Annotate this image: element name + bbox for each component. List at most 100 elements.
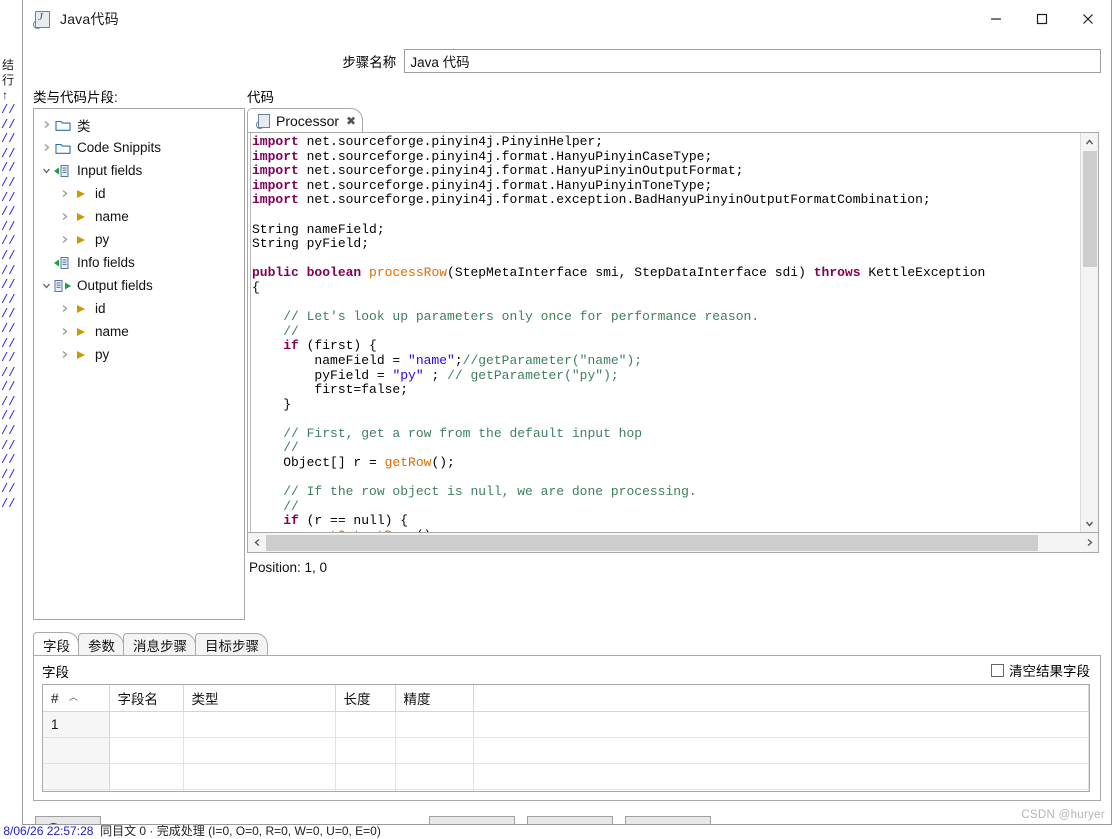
- clear-result-fields-checkbox[interactable]: 清空结果字段: [991, 660, 1090, 680]
- close-icon[interactable]: [1065, 0, 1111, 38]
- chevron-right-icon[interactable]: [56, 186, 72, 202]
- grid-column-header-4[interactable]: 精度: [395, 685, 474, 712]
- grid-cell[interactable]: [335, 711, 396, 738]
- tree-item-py[interactable]: py: [34, 343, 244, 366]
- ok-button-label: 确定(O): [449, 820, 496, 824]
- chevron-right-icon[interactable]: [56, 232, 72, 248]
- editor-vertical-scrollbar[interactable]: [1080, 133, 1098, 532]
- scroll-up-icon[interactable]: [1081, 133, 1098, 151]
- bottom-tab-3[interactable]: 目标步骤: [195, 633, 268, 656]
- grid-cell[interactable]: [335, 789, 396, 791]
- horizontal-scroll-thumb[interactable]: [266, 534, 1038, 551]
- step-name-input[interactable]: [404, 49, 1101, 73]
- scroll-right-icon[interactable]: [1080, 534, 1098, 552]
- grid-cell[interactable]: [473, 789, 1089, 791]
- grid-column-header-0[interactable]: # ︿: [43, 685, 110, 712]
- scroll-left-icon[interactable]: [248, 534, 266, 552]
- grid-cell[interactable]: [183, 737, 336, 764]
- table-row[interactable]: [43, 763, 1089, 790]
- bottom-tab-2[interactable]: 消息步骤: [123, 633, 196, 656]
- tree-item-py[interactable]: py: [34, 228, 244, 251]
- input-fields-icon: [54, 163, 72, 179]
- tree-item-code-snippits[interactable]: Code Snippits: [34, 136, 244, 159]
- help-button[interactable]: ? Help: [35, 816, 101, 824]
- fields-tab-content: 字段 清空结果字段 # ︿ 字段名 类型 长度 精度 1: [33, 655, 1101, 801]
- code-editor[interactable]: import net.sourceforge.pinyin4j.PinyinHe…: [247, 133, 1099, 533]
- background-text-fragment: 8/06/26 22:57:28: [0, 824, 101, 838]
- bottom-tab-0[interactable]: 字段: [33, 632, 79, 656]
- grid-cell[interactable]: [183, 789, 336, 791]
- background-text-fragment: //: [1, 146, 16, 161]
- grid-column-header-5[interactable]: [473, 685, 1089, 712]
- table-row[interactable]: 1: [43, 711, 1089, 738]
- tree-item-id[interactable]: id: [34, 297, 244, 320]
- grid-cell[interactable]: [335, 763, 396, 790]
- background-text-fragment: //: [1, 278, 16, 293]
- vertical-scroll-thumb[interactable]: [1083, 151, 1097, 267]
- close-icon[interactable]: ✖: [346, 115, 356, 127]
- grid-cell[interactable]: [395, 711, 474, 738]
- table-row[interactable]: [43, 737, 1089, 764]
- grid-cell[interactable]: [109, 789, 184, 791]
- cancel-button[interactable]: 取消(C): [527, 816, 613, 824]
- grid-cell[interactable]: [395, 737, 474, 764]
- tree-item-input-fields[interactable]: Input fields: [34, 159, 244, 182]
- table-row[interactable]: [43, 789, 1089, 791]
- chevron-right-icon[interactable]: [38, 140, 54, 156]
- grid-cell[interactable]: [335, 737, 396, 764]
- grid-cell[interactable]: [395, 789, 474, 791]
- scroll-down-icon[interactable]: [1081, 514, 1098, 532]
- tree-item-name[interactable]: name: [34, 205, 244, 228]
- maximize-icon[interactable]: [1019, 0, 1065, 38]
- grid-cell[interactable]: [473, 737, 1089, 764]
- chevron-right-icon[interactable]: [56, 324, 72, 340]
- chevron-right-icon[interactable]: [56, 347, 72, 363]
- tree-item-id[interactable]: id: [34, 182, 244, 205]
- chevron-down-icon[interactable]: [38, 163, 54, 179]
- checkbox-box[interactable]: [991, 663, 1004, 677]
- tree-item-label: 类: [77, 118, 91, 134]
- background-text-fragment: 结: [2, 58, 15, 72]
- editor-horizontal-scrollbar[interactable]: [247, 533, 1099, 553]
- fields-grid-wrapper[interactable]: # ︿ 字段名 类型 长度 精度 1: [42, 684, 1090, 792]
- tree-item-label: py: [95, 347, 110, 362]
- grid-body[interactable]: 1: [43, 711, 1089, 791]
- background-text-fragment: //: [1, 321, 16, 336]
- grid-cell[interactable]: [109, 737, 184, 764]
- grid-column-header-3[interactable]: 长度: [335, 685, 396, 712]
- background-text-fragment: 同目文 0 · 完成处理 (I=0, O=0, R=0, W=0, U=0, E…: [100, 824, 381, 838]
- classes-and-snippets-tree[interactable]: 类 Code Snippits Input fields id name py Info f…: [33, 108, 245, 620]
- background-text-fragment: //: [1, 103, 16, 117]
- tree-item-info-fields[interactable]: Info fields: [34, 251, 244, 274]
- step-name-row: 步骤名称: [33, 48, 1101, 74]
- chevron-right-icon[interactable]: [56, 209, 72, 225]
- dialog-titlebar[interactable]: J Java代码: [23, 0, 1111, 38]
- sort-ascending-icon[interactable]: ︿: [69, 690, 78, 703]
- grid-cell[interactable]: [395, 763, 474, 790]
- fields-grid[interactable]: # ︿ 字段名 类型 长度 精度 1: [43, 685, 1089, 791]
- grid-cell[interactable]: [109, 763, 184, 790]
- code-text[interactable]: import net.sourceforge.pinyin4j.PinyinHe…: [252, 135, 1078, 532]
- ok-button[interactable]: 确定(O): [429, 816, 515, 824]
- watermark: CSDN @huryer: [1021, 809, 1105, 821]
- grid-column-header-1[interactable]: 字段名: [109, 685, 184, 712]
- field-arrow-icon: [72, 209, 90, 225]
- grid-cell[interactable]: [473, 711, 1089, 738]
- grid-cell[interactable]: [473, 763, 1089, 790]
- background-text-fragment: //: [1, 117, 16, 132]
- tree-item-output-fields[interactable]: Output fields: [34, 274, 244, 297]
- grid-cell[interactable]: [183, 711, 336, 738]
- grid-cell[interactable]: [109, 711, 184, 738]
- chevron-right-icon[interactable]: [38, 117, 54, 133]
- bottom-tab-1[interactable]: 参数: [78, 633, 124, 656]
- background-text-fragment: //: [1, 190, 16, 205]
- chevron-right-icon[interactable]: [56, 301, 72, 317]
- editor-tab-processor[interactable]: Processor ✖: [247, 108, 364, 132]
- tree-item-类[interactable]: 类: [34, 113, 244, 136]
- chevron-down-icon[interactable]: [38, 278, 54, 294]
- test-class-button[interactable]: 测试类: [625, 816, 711, 824]
- tree-item-name[interactable]: name: [34, 320, 244, 343]
- minimize-icon[interactable]: [973, 0, 1019, 38]
- grid-cell[interactable]: [183, 763, 336, 790]
- grid-column-header-2[interactable]: 类型: [183, 685, 336, 712]
